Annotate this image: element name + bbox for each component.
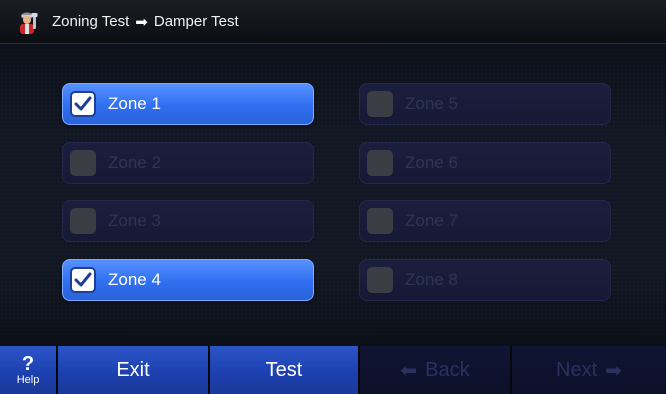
- checkbox-unchecked-icon: [367, 150, 393, 176]
- checkbox-checked-icon: [70, 267, 96, 293]
- checkbox-unchecked-icon: [367, 267, 393, 293]
- arrow-right-icon: ➡: [135, 13, 148, 31]
- title-text-zoning: Zoning Test: [52, 13, 130, 30]
- title-text-damper: Damper Test: [153, 13, 239, 30]
- zone-4-toggle[interactable]: Zone 4: [62, 259, 314, 301]
- help-label: Help: [16, 374, 40, 386]
- zone-1-toggle[interactable]: Zone 1: [62, 83, 314, 125]
- arrow-right-icon: ➡: [605, 359, 622, 382]
- zone-label: Zone 2: [108, 153, 161, 172]
- zone-6-toggle[interactable]: Zone 6: [359, 142, 611, 184]
- checkbox-unchecked-icon: [70, 150, 96, 176]
- zone-label: Zone 7: [405, 211, 458, 230]
- help-icon: ?: [21, 353, 35, 375]
- exit-label: Exit: [116, 358, 150, 381]
- zone-2-toggle[interactable]: Zone 2: [62, 142, 314, 184]
- help-button[interactable]: ? Help: [0, 346, 58, 394]
- checkbox-unchecked-icon: [367, 208, 393, 234]
- zone-label: Zone 8: [405, 270, 458, 289]
- checkbox-checked-icon: [70, 91, 96, 117]
- zone-3-toggle[interactable]: Zone 3: [62, 200, 314, 242]
- arrow-left-icon: ⬅: [400, 359, 418, 382]
- title-bar: Zoning Test ➡ Damper Test: [0, 0, 666, 44]
- zone-label: Zone 4: [108, 270, 161, 289]
- test-label: Test: [265, 358, 303, 381]
- checkbox-unchecked-icon: [367, 91, 393, 117]
- zone-label: Zone 1: [108, 94, 161, 113]
- zone-label: Zone 6: [405, 153, 458, 172]
- zone-5-toggle[interactable]: Zone 5: [359, 83, 611, 125]
- test-button[interactable]: Test: [210, 346, 360, 394]
- zone-8-toggle[interactable]: Zone 8: [359, 259, 611, 301]
- zone-7-toggle[interactable]: Zone 7: [359, 200, 611, 242]
- back-button[interactable]: ⬅ Back: [360, 346, 512, 394]
- zone-label: Zone 3: [108, 211, 161, 230]
- zone-label: Zone 5: [405, 94, 458, 113]
- next-label: Next: [556, 358, 598, 381]
- bottom-nav-bar: ? Help Exit Test ⬅ Back Next ➡: [0, 346, 666, 394]
- technician-icon: [17, 9, 43, 35]
- back-label: Back: [425, 358, 470, 381]
- exit-button[interactable]: Exit: [58, 346, 210, 394]
- checkbox-unchecked-icon: [70, 208, 96, 234]
- next-button[interactable]: Next ➡: [512, 346, 666, 394]
